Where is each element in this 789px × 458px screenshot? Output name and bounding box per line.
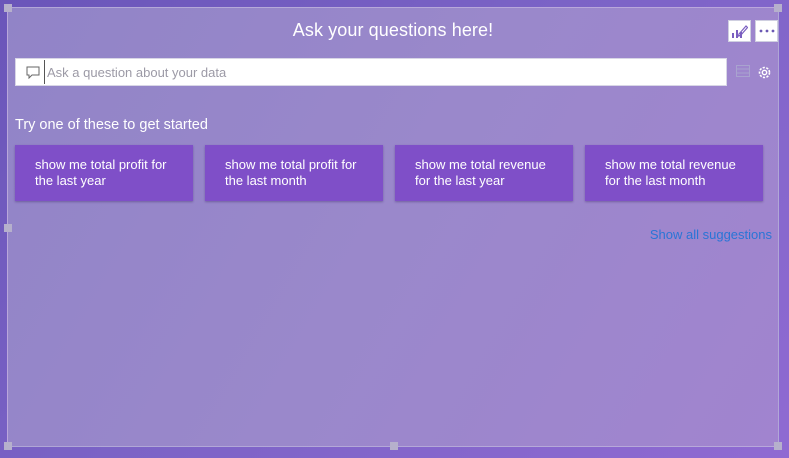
suggestion-button[interactable]: show me total profit for the last year: [15, 145, 193, 201]
resize-handle-top-left[interactable]: [4, 4, 12, 12]
suggestions-list: show me total profit for the last year s…: [15, 145, 763, 201]
qna-search-box[interactable]: [15, 58, 727, 86]
resize-handle-top-right[interactable]: [774, 4, 782, 12]
edit-chart-icon: [731, 24, 748, 39]
show-all-suggestions-link[interactable]: Show all suggestions: [650, 227, 772, 242]
qna-question-input[interactable]: [44, 60, 726, 84]
suggestion-button[interactable]: show me total revenue for the last year: [395, 145, 573, 201]
more-options-button[interactable]: [755, 20, 778, 42]
chat-icon: [26, 66, 40, 79]
more-options-icon: [759, 29, 775, 33]
visual-title: Ask your questions here!: [292, 20, 494, 40]
resize-handle-left[interactable]: [4, 224, 12, 232]
table-icon[interactable]: [736, 65, 750, 77]
qna-visual: Ask your questions here! Ask a question …: [4, 4, 782, 450]
resize-handle-bottom-right[interactable]: [774, 442, 782, 450]
resize-handle-bottom[interactable]: [390, 442, 398, 450]
edit-visual-button[interactable]: [728, 20, 751, 42]
suggestions-heading: Try one of these to get started: [15, 117, 208, 133]
suggestion-button[interactable]: show me total revenue for the last month: [585, 145, 763, 201]
suggestion-button[interactable]: show me total profit for the last month: [205, 145, 383, 201]
gear-icon[interactable]: [756, 64, 773, 81]
resize-handle-bottom-left[interactable]: [4, 442, 12, 450]
